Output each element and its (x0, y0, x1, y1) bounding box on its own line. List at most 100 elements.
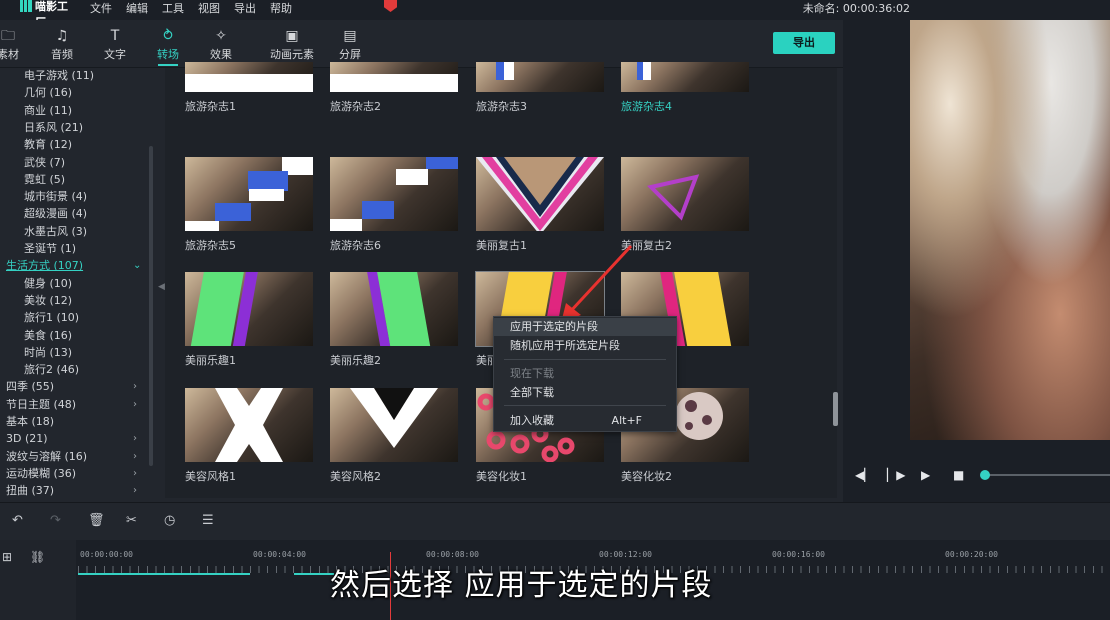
transition-thumbnail[interactable] (330, 388, 458, 462)
category-item[interactable]: 时尚 (13) (24, 344, 72, 361)
chevron-right-icon[interactable]: › (133, 465, 137, 482)
transition-thumbnail[interactable] (330, 157, 458, 231)
timeline-clip[interactable] (294, 573, 334, 575)
tab-5[interactable]: ▣ 动画元素 (264, 26, 320, 62)
delete-icon[interactable]: 🗑 (88, 513, 105, 528)
category-item[interactable]: 运动模糊 (36) (6, 465, 76, 482)
export-button[interactable]: 导出 (773, 32, 835, 54)
menu-item-1[interactable]: 编辑 (126, 0, 148, 16)
sidebar-scrollbar[interactable] (149, 146, 153, 466)
timecode-label: 00:00:00:00 (80, 550, 133, 559)
stop-icon[interactable]: ■ (953, 468, 964, 482)
context-menu-item[interactable]: 全部下载 (494, 384, 676, 402)
playback-track[interactable] (985, 474, 1110, 476)
category-item[interactable]: 节日主题 (48) (6, 396, 76, 413)
cut-icon[interactable]: ✂ (126, 513, 137, 528)
prev-frame-icon[interactable]: ◀▏ (855, 468, 873, 482)
menu-item-2[interactable]: 工具 (162, 0, 184, 16)
category-item[interactable]: 扭曲 (37) (6, 482, 54, 499)
chevron-right-icon[interactable]: › (133, 482, 137, 499)
transition-thumbnail[interactable] (330, 62, 458, 92)
category-item[interactable]: 旅行2 (46) (24, 361, 79, 378)
adjust-icon[interactable]: ☰ (202, 513, 214, 528)
category-item[interactable]: 四季 (55) (6, 378, 54, 395)
category-item[interactable]: 电子游戏 (11) (24, 67, 94, 84)
clock-icon[interactable]: ◷ (164, 513, 175, 528)
transition-thumbnail[interactable] (621, 62, 749, 92)
tab-0[interactable]: 🗀 素材 (0, 26, 28, 62)
category-item[interactable]: 美食 (16) (24, 327, 72, 344)
playback-knob[interactable] (980, 470, 990, 480)
undo-icon[interactable]: ↶ (12, 513, 23, 528)
menu-separator (504, 405, 666, 406)
preview-video[interactable] (910, 20, 1110, 440)
timecode-label: 00:00:08:00 (426, 550, 479, 559)
timeline-clip[interactable] (78, 573, 250, 575)
thumbnail-label: 旅游杂志4 (621, 100, 672, 113)
context-menu-item[interactable]: 应用于选定的片段 (494, 318, 676, 336)
tab-label: 效果 (210, 48, 232, 61)
category-item[interactable]: 健身 (10) (24, 275, 72, 292)
category-item[interactable]: 美妆 (12) (24, 292, 72, 309)
image-icon: ▣ (285, 28, 299, 44)
chevron-right-icon[interactable]: › (133, 430, 137, 447)
category-item[interactable]: 圣诞节 (1) (24, 240, 76, 257)
transition-thumbnail[interactable] (621, 157, 749, 231)
category-item[interactable]: 教育 (12) (24, 136, 72, 153)
category-item[interactable]: 基本 (18) (6, 413, 54, 430)
menu-separator (504, 359, 666, 360)
category-item[interactable]: 生活方式 (107) (6, 257, 83, 274)
add-track-icon[interactable]: ⊞ (2, 550, 12, 564)
transition-thumbnail[interactable] (185, 388, 313, 462)
menu-item-5[interactable]: 帮助 (270, 0, 292, 16)
play-icon[interactable]: ▶ (921, 468, 930, 482)
menu-item-0[interactable]: 文件 (90, 0, 112, 16)
chevron-right-icon[interactable]: › (133, 378, 137, 395)
category-item[interactable]: 超级漫画 (4) (24, 205, 87, 222)
context-menu-item[interactable]: 随机应用于所选定片段 (494, 337, 676, 355)
tab-1[interactable]: ♫ 音频 (42, 26, 82, 62)
category-item[interactable]: 城市街景 (4) (24, 188, 87, 205)
category-item[interactable]: 武侠 (7) (24, 154, 65, 171)
transition-thumbnail[interactable] (476, 62, 604, 92)
category-item[interactable]: 商业 (11) (24, 102, 72, 119)
category-item[interactable]: 水墨古风 (3) (24, 223, 87, 240)
context-menu-label: 应用于选定的片段 (510, 320, 598, 333)
thumbnail-label: 旅游杂志5 (185, 239, 236, 252)
tab-6[interactable]: ▤ 分屏 (330, 26, 370, 62)
transition-thumbnail[interactable] (185, 157, 313, 231)
redo-icon[interactable]: ↷ (50, 513, 61, 528)
transition-thumbnail[interactable] (476, 157, 604, 231)
category-item[interactable]: 波纹与溶解 (16) (6, 448, 87, 465)
transition-thumbnail[interactable] (330, 272, 458, 346)
category-item[interactable]: 几何 (16) (24, 84, 72, 101)
chevron-down-icon[interactable]: ⌄ (133, 257, 141, 274)
timecode-label: 00:00:16:00 (772, 550, 825, 559)
transition-thumbnail[interactable] (185, 62, 313, 92)
context-menu-label: 随机应用于所选定片段 (510, 339, 620, 352)
tab-2[interactable]: T 文字 (95, 26, 135, 62)
category-item[interactable]: 日系风 (21) (24, 119, 83, 136)
menu-item-4[interactable]: 导出 (234, 0, 256, 16)
transition-thumbnail[interactable] (185, 272, 313, 346)
context-menu: 应用于选定的片段随机应用于所选定片段现在下载 全部下载加入收藏 Alt+F (493, 316, 677, 432)
category-item[interactable]: 3D (21) (6, 430, 48, 447)
folder-icon: 🗀 (1, 28, 15, 44)
collapse-panel-icon[interactable]: ◀ (158, 282, 165, 292)
tab-label: 转场 (157, 48, 179, 61)
category-sidebar: 电子游戏 (11) 几何 (16) 商业 (11) 日系风 (21) 教育 (12) 武侠… (0, 68, 155, 502)
step-play-icon[interactable]: ▏▶ (887, 468, 905, 482)
context-menu-item[interactable]: 现在下载 (494, 365, 676, 383)
menu-item-3[interactable]: 视图 (198, 0, 220, 16)
chevron-right-icon[interactable]: › (133, 448, 137, 465)
link-icon[interactable]: ⛓ (30, 550, 45, 564)
category-item[interactable]: 霓虹 (5) (24, 171, 65, 188)
thumbnail-label: 美丽乐趣2 (330, 354, 381, 367)
chevron-right-icon[interactable]: › (133, 396, 137, 413)
tab-4[interactable]: ✧ 效果 (201, 26, 241, 62)
category-item[interactable]: 旅行1 (10) (24, 309, 79, 326)
context-menu-item[interactable]: 加入收藏 Alt+F (494, 412, 676, 430)
transition-icon: ⥁ (163, 28, 173, 44)
grid-scrollbar[interactable] (833, 392, 838, 426)
tab-3[interactable]: ⥁ 转场 (148, 26, 188, 66)
